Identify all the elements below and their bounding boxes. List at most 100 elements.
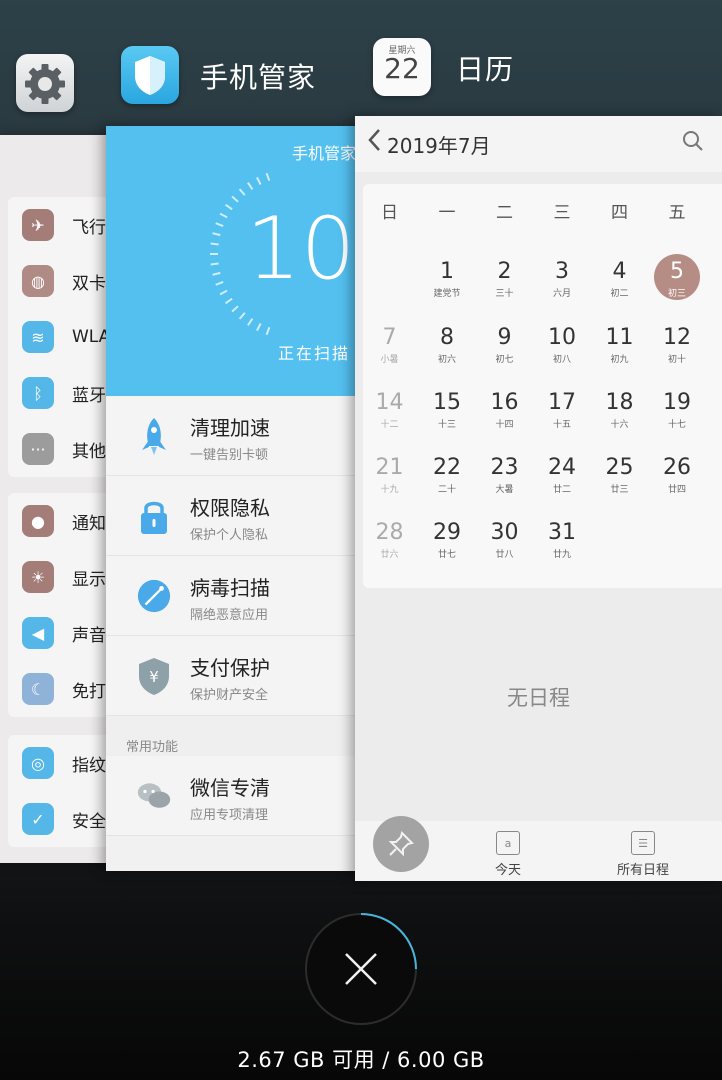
calendar-day[interactable]: 21 十九 <box>361 455 418 495</box>
lunar-label: 廿二 <box>552 485 571 496</box>
day-number: 5 <box>670 259 684 284</box>
airplane-icon: ✈ <box>22 209 54 241</box>
lunar-label: 廿八 <box>495 550 514 561</box>
weekday-header: 二 <box>496 203 513 223</box>
calendar-day[interactable]: 28 廿六 <box>361 520 418 561</box>
calendar-day[interactable]: 10 初八 <box>534 325 591 366</box>
all-events-button[interactable]: ☰ 所有日程 <box>617 831 669 878</box>
day-number: 31 <box>548 520 576 545</box>
feature-subtitle: 隔绝恶意应用 <box>190 608 269 623</box>
settings-group-display: ● 通知 ☀ 显示 ◀ 声音 ☾ 免打 <box>8 493 120 717</box>
calendar-day[interactable]: 9 初七 <box>476 325 533 366</box>
calendar-day[interactable]: 8 初六 <box>419 325 476 365</box>
lunar-label: 十二 <box>380 420 399 431</box>
day-number: 28 <box>375 520 404 545</box>
today-button[interactable]: a 今天 <box>495 831 521 878</box>
phone-manager-app-icon[interactable] <box>121 46 179 104</box>
settings-card[interactable]: ✈ 飞行 ◍ 双卡 ≋ WLA ᛒ 蓝牙 ··· 其他 ● 通知 ☀ 显示 ◀ 声音 ☾ 免打 ◎ 指纹 ✓ 安全 <box>0 135 120 863</box>
calendar-day[interactable]: 5 初三 <box>649 254 706 300</box>
wifi-icon: ≋ <box>22 321 54 353</box>
search-icon[interactable] <box>682 130 704 152</box>
lock-icon <box>136 498 172 534</box>
calendar-day[interactable]: 7 小暑 <box>361 325 418 365</box>
calendar-day[interactable]: 19 十七 <box>649 390 706 431</box>
close-icon <box>305 913 417 1025</box>
day-number: 8 <box>440 325 454 350</box>
calendar-app-icon[interactable]: 星期六 22 <box>373 38 431 96</box>
feature-title: 病毒扫描 <box>190 576 270 600</box>
feature-subtitle: 保护个人隐私 <box>190 528 269 543</box>
radar-icon <box>136 578 172 614</box>
feature-permission-privacy[interactable]: 权限隐私 保护个人隐私 <box>106 476 376 556</box>
feature-clean-speed[interactable]: 清理加速 一键告别卡顿 <box>106 396 376 476</box>
settings-item[interactable]: ☀ 显示 <box>8 549 120 605</box>
calendar-day[interactable]: 18 十六 <box>591 390 648 430</box>
calendar-day[interactable]: 4 初二 <box>591 259 648 299</box>
day-number: 30 <box>490 520 519 545</box>
calendar-day[interactable]: 25 廿三 <box>591 455 648 495</box>
settings-item-label: 安全 <box>72 811 106 832</box>
lunar-label: 廿六 <box>380 550 399 561</box>
settings-item[interactable]: ◀ 声音 <box>8 605 120 661</box>
lunar-label: 廿四 <box>667 485 686 496</box>
calendar-day[interactable]: 15 十三 <box>419 390 476 430</box>
calendar-day[interactable]: 30 廿八 <box>476 520 533 561</box>
calendar-day[interactable]: 2 三十 <box>476 259 533 299</box>
day-number: 12 <box>663 325 691 350</box>
calendar-day[interactable]: 16 十四 <box>476 390 533 431</box>
back-chevron-icon[interactable] <box>367 128 381 158</box>
clear-all-button[interactable] <box>304 912 418 1026</box>
lunar-label: 初三 <box>667 289 686 300</box>
phone-manager-card[interactable]: 手机管家 10 正在扫描 清理加速 一键告别卡顿 权限隐私 保护个人隐私 病毒扫… <box>106 126 376 871</box>
calendar-day[interactable]: 12 初十 <box>649 325 706 365</box>
gear-icon <box>25 64 65 104</box>
calendar-day[interactable]: 3 六月 <box>534 259 591 299</box>
day-number: 9 <box>497 325 512 350</box>
settings-item-label: 免打 <box>72 681 106 702</box>
settings-item[interactable]: ᛒ 蓝牙 <box>8 365 120 421</box>
feature-virus-scan[interactable]: 病毒扫描 隔绝恶意应用 <box>106 556 376 636</box>
settings-item[interactable]: ··· 其他 <box>8 421 120 477</box>
rocket-icon <box>136 418 172 455</box>
settings-item[interactable]: ● 通知 <box>8 493 120 549</box>
wechat-icon <box>136 778 172 814</box>
day-number: 18 <box>605 390 634 415</box>
calendar-day[interactable]: 17 十五 <box>534 390 591 430</box>
lunar-label: 初八 <box>552 355 571 366</box>
no-events-text: 无日程 <box>507 686 570 710</box>
settings-item[interactable]: ≋ WLA <box>8 309 120 365</box>
calendar-day[interactable]: 23 大暑 <box>476 455 533 495</box>
calendar-day[interactable]: 22 二十 <box>419 455 476 495</box>
feature-payment-protect[interactable]: ¥ 支付保护 保护财产安全 <box>106 636 376 716</box>
lunar-label: 十四 <box>495 420 514 431</box>
settings-app-icon[interactable] <box>16 54 74 112</box>
calendar-day[interactable]: 31 廿九 <box>534 520 591 560</box>
lunar-label: 初七 <box>495 355 514 366</box>
settings-group-security: ◎ 指纹 ✓ 安全 <box>8 735 120 847</box>
settings-item-label: 声音 <box>72 625 106 646</box>
calendar-day[interactable]: 24 廿二 <box>534 455 591 496</box>
calendar-card[interactable]: 2019年7月 日 一 二 三 四 五 1 建党节 2 三十 3 六月 4 初二 5 初三 7 小暑 8 初六 9 初七 1… <box>355 116 722 881</box>
settings-item[interactable]: ✓ 安全 <box>8 791 120 847</box>
day-number: 10 <box>548 325 576 350</box>
scan-panel: 手机管家 10 正在扫描 <box>106 126 376 396</box>
calendar-day[interactable]: 11 初九 <box>591 325 648 365</box>
settings-item[interactable]: ◍ 双卡 <box>8 253 120 309</box>
day-number: 15 <box>433 390 461 415</box>
calendar-day[interactable]: 26 廿四 <box>649 455 706 496</box>
pin-button[interactable] <box>373 816 429 872</box>
calendar-day[interactable]: 14 十二 <box>361 390 418 431</box>
lunar-label: 十七 <box>667 420 686 431</box>
settings-item[interactable]: ☾ 免打 <box>8 661 120 717</box>
day-number: 24 <box>548 455 576 480</box>
bluetooth-icon: ᛒ <box>22 377 54 409</box>
settings-item[interactable]: ◎ 指纹 <box>8 735 120 791</box>
calendar-day[interactable]: 1 建党节 <box>419 259 476 299</box>
calendar-day[interactable]: 29 廿七 <box>419 520 476 560</box>
calendar-month-title[interactable]: 2019年7月 <box>387 130 491 159</box>
weekday-header: 三 <box>553 203 571 223</box>
feature-list: 清理加速 一键告别卡顿 权限隐私 保护个人隐私 病毒扫描 隔绝恶意应用 ¥ 支付… <box>106 396 376 836</box>
feature-wechat-clean[interactable]: 微信专清 应用专项清理 <box>106 756 376 836</box>
day-number: 29 <box>433 520 461 545</box>
settings-item[interactable]: ✈ 飞行 <box>8 197 120 253</box>
